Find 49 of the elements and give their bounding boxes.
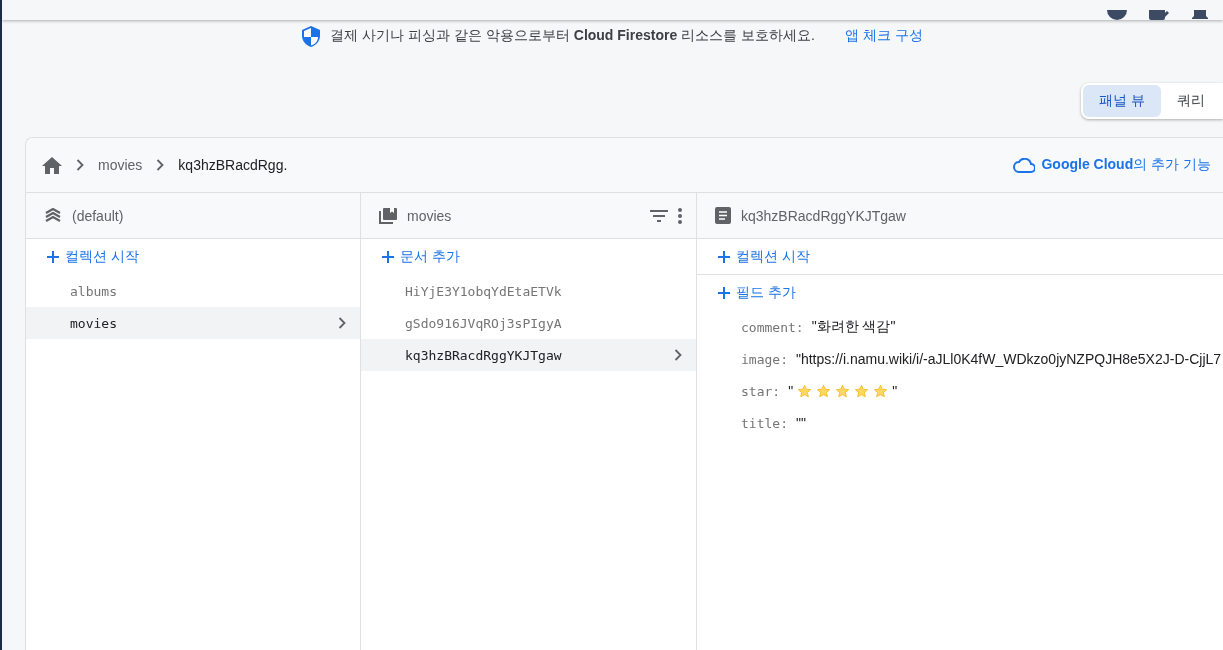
chevron-right-icon (674, 349, 682, 361)
star-icon (816, 383, 832, 399)
cloud-icon (1013, 157, 1036, 173)
panel-title: kq3hzBRacdRggYKJTgaw (741, 207, 906, 224)
quote-mark: " (892, 383, 898, 399)
document-icon (715, 207, 731, 224)
breadcrumb-item[interactable]: kq3hzBRacdRgg. (178, 157, 288, 173)
google-cloud-link[interactable]: Google Cloud의 추가 기능 (1013, 156, 1211, 174)
star-icon (797, 383, 813, 399)
stack-icon (44, 207, 62, 224)
shield-icon (302, 25, 321, 47)
plus-icon (381, 250, 395, 264)
quote-mark: " (788, 383, 794, 399)
star-icon (835, 383, 851, 399)
field-value: "화려한 색감" (811, 318, 896, 336)
chevron-right-icon (156, 159, 165, 171)
list-item[interactable]: kq3hzBRacdRggYKJTgaw (361, 339, 696, 371)
app-check-link[interactable]: 앱 체크 구성 (844, 27, 923, 45)
more-icon[interactable] (678, 207, 682, 224)
breadcrumb-item[interactable]: movies (98, 157, 143, 173)
add-button[interactable]: 문서 추가 (361, 239, 696, 275)
add-button[interactable]: 컬렉션 시작 (697, 239, 1223, 275)
banner-message: 결제 사기나 피싱과 같은 악용으로부터 Cloud Firestore 리소스를 보호하세요. (330, 27, 815, 45)
plus-icon (717, 286, 731, 300)
list-item[interactable]: movies (26, 307, 360, 339)
view-tab[interactable]: 쿼리 (1161, 85, 1221, 117)
panel-title: movies (407, 207, 452, 224)
star-icon (873, 383, 889, 399)
chevron-right-icon (76, 159, 84, 171)
star-icon (854, 383, 870, 399)
field-value: "" (795, 415, 806, 431)
add-button[interactable]: 필드 추가 (697, 275, 1223, 311)
collection-icon (379, 207, 397, 224)
view-tab[interactable]: 패널 뷰 (1083, 85, 1161, 117)
plus-icon (46, 250, 60, 264)
field-key: star: (741, 383, 781, 399)
field-key: title: (741, 415, 788, 431)
panel-title: (default) (72, 207, 124, 224)
field-value: "https://i.namu.wiki/i/-aJLl0K4fW_WDkzo0jyNZPQJH8e5X2J-D-CjjL7 (795, 351, 1222, 367)
list-item[interactable]: HiYjE3Y1obqYdEtaETVk (361, 275, 696, 307)
list-item[interactable]: albums (26, 275, 360, 307)
chevron-right-icon (338, 317, 346, 329)
plus-icon (717, 249, 731, 264)
home-icon[interactable] (42, 156, 62, 174)
add-button[interactable]: 컬렉션 시작 (26, 239, 360, 275)
filter-icon[interactable] (650, 209, 668, 222)
field-key: comment: (741, 319, 804, 335)
field-key: image: (741, 351, 788, 367)
list-item[interactable]: gSdo916JVqROj3sPIgyA (361, 307, 696, 339)
